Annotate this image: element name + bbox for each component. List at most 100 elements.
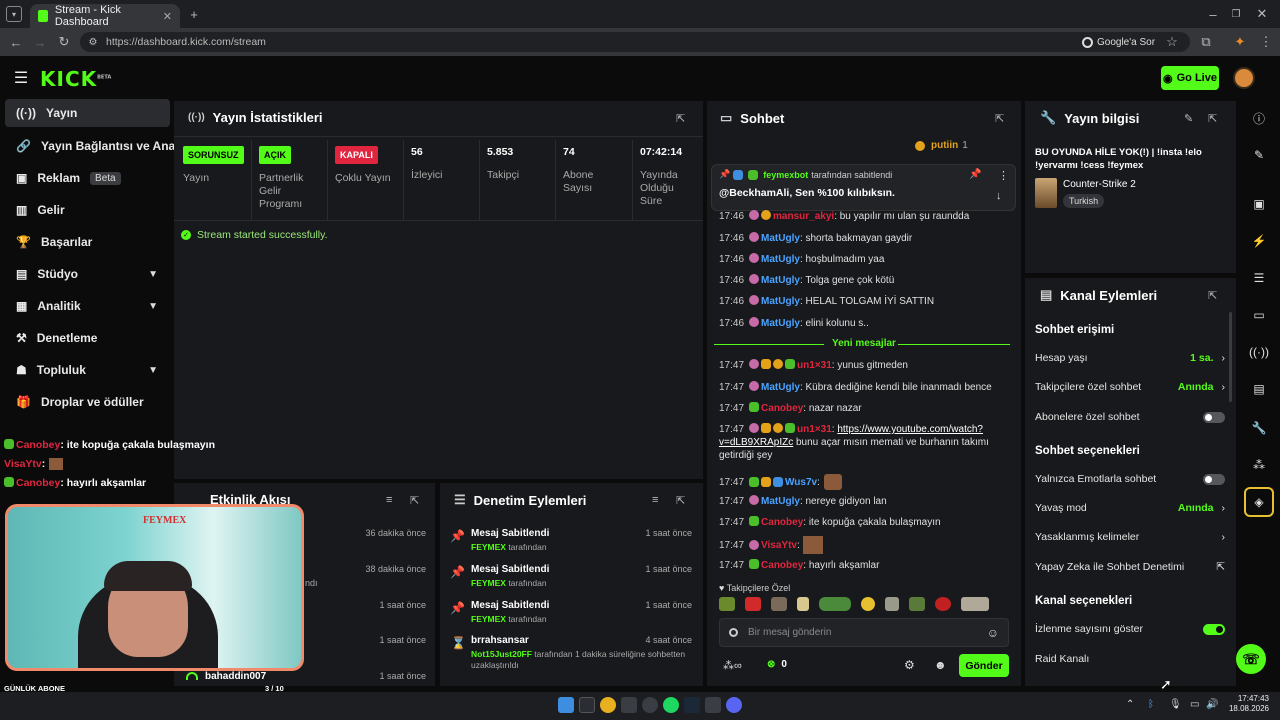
bookmark-star-icon[interactable]: ☆ xyxy=(1164,34,1180,50)
app-icon[interactable] xyxy=(705,697,721,713)
msg-user[interactable]: Canobey xyxy=(761,560,803,571)
msg-user[interactable]: un1×31 xyxy=(797,424,832,435)
msg-user[interactable]: MatUgly xyxy=(761,382,800,393)
site-info-icon[interactable]: ⚙ xyxy=(86,35,100,49)
channel-icon[interactable]: ▤ xyxy=(1250,380,1268,398)
steam-icon[interactable] xyxy=(684,697,700,713)
chrome-icon[interactable] xyxy=(600,697,616,713)
subs-chat-toggle[interactable] xyxy=(1203,411,1225,423)
tray-chevron-icon[interactable]: ⌃ xyxy=(1126,699,1134,710)
forward-icon[interactable]: → xyxy=(32,34,48,50)
info-icon[interactable]: ⓘ xyxy=(1250,109,1268,127)
user-avatar[interactable] xyxy=(1233,67,1255,89)
channel-points[interactable]: ⊗ 0 xyxy=(767,659,787,670)
popout-icon[interactable]: ⇱ xyxy=(676,112,685,125)
chat-icon[interactable]: ▭ xyxy=(1250,306,1268,324)
emote-image[interactable] xyxy=(771,597,787,611)
edit-pencil-icon[interactable]: ✎ xyxy=(1184,112,1193,125)
sidebar-item-studio[interactable]: ▤ Stüdyo ▼ xyxy=(5,260,170,288)
scrollbar[interactable] xyxy=(1229,312,1232,402)
back-icon[interactable]: ← xyxy=(8,34,24,50)
msg-user[interactable]: mansur_akyi xyxy=(773,211,834,222)
tab-close-icon[interactable]: ✕ xyxy=(163,10,172,23)
emote-image[interactable] xyxy=(961,597,989,611)
extensions-icon[interactable]: ⧉ xyxy=(1198,34,1214,50)
monitor-icon[interactable]: ▭ xyxy=(1190,699,1199,710)
sidebar-item-moderation[interactable]: ⚒ Denetleme xyxy=(5,324,170,352)
hamburger-menu-icon[interactable]: ☰ xyxy=(12,69,30,87)
msg-user[interactable]: MatUgly xyxy=(761,318,800,329)
emote-image[interactable] xyxy=(861,597,875,611)
app-icon[interactable] xyxy=(621,697,637,713)
clock[interactable]: 17:47:43 18.08.2026 xyxy=(1224,694,1269,714)
windows-start-icon[interactable] xyxy=(558,697,574,713)
browser-tab[interactable]: Stream - Kick Dashboard ✕ xyxy=(30,4,180,28)
go-live-button[interactable]: ◉ Go Live xyxy=(1161,66,1219,90)
search-icon[interactable] xyxy=(579,697,595,713)
msg-user[interactable]: Canobey xyxy=(761,403,803,414)
more-options-icon[interactable]: ⋮ xyxy=(998,169,1009,182)
ad-icon[interactable]: ▣ xyxy=(1250,195,1268,213)
popout-icon[interactable]: ⇱ xyxy=(676,494,685,507)
new-tab-icon[interactable]: + xyxy=(186,6,202,22)
address-bar[interactable]: https://dashboard.kick.com/stream xyxy=(80,32,1190,52)
bluetooth-icon[interactable]: ᛒ xyxy=(1148,699,1154,710)
msg-user[interactable]: MatUgly xyxy=(761,296,800,307)
sidebar-item-analytics[interactable]: ▦ Analitik ▼ xyxy=(5,292,170,320)
emote-image[interactable] xyxy=(935,597,951,611)
slow-mode-row[interactable]: Yavaş mod Anında › xyxy=(1035,502,1225,514)
msg-user[interactable]: MatUgly xyxy=(761,254,800,265)
raid-icon[interactable]: ◈ xyxy=(1244,487,1274,517)
emote-only-toggle[interactable] xyxy=(1203,473,1225,485)
msg-user[interactable]: MatUgly xyxy=(761,496,800,507)
close-window-icon[interactable]: ✕ xyxy=(1254,6,1270,22)
sidebar-item-achievements[interactable]: 🏆 Başarılar xyxy=(5,228,170,256)
sidebar-item-yayin[interactable]: ((·)) Yayın xyxy=(5,99,170,127)
sidebar-item-ads[interactable]: ▣ Reklam Beta xyxy=(5,164,170,192)
lightning-icon[interactable]: ⚡ xyxy=(1250,232,1268,250)
emote-image[interactable] xyxy=(819,597,851,611)
tab-search-icon[interactable]: ▾ xyxy=(6,6,22,22)
chat-input[interactable]: Bir mesaj gönderin ☺ xyxy=(719,618,1009,647)
category-thumbnail[interactable] xyxy=(1035,178,1057,208)
popout-icon[interactable]: ⇱ xyxy=(1208,289,1217,302)
msg-user[interactable]: VisaYtv xyxy=(761,539,797,552)
sidebar-item-drops[interactable]: 🎁 Droplar ve ödüller xyxy=(5,388,170,416)
chat-settings-dot-icon[interactable]: ⁂∞ xyxy=(723,659,742,672)
msg-link[interactable]: https://www.youtube.com/watch? xyxy=(837,424,983,435)
msg-user[interactable]: Wus7v xyxy=(785,476,817,489)
kick-logo[interactable]: KICKBETA xyxy=(40,67,111,91)
filter-icon[interactable]: ≡ xyxy=(652,494,658,506)
volume-icon[interactable]: 🔊 xyxy=(1206,699,1218,710)
wrench-icon[interactable]: 🔧 xyxy=(1250,419,1268,437)
extension-flame-icon[interactable]: ✦ xyxy=(1232,34,1248,50)
emote-image[interactable] xyxy=(797,597,809,611)
edit-icon[interactable]: ✎ xyxy=(1250,146,1268,164)
community-icon[interactable]: ⁂ xyxy=(1250,456,1268,474)
support-headset-icon[interactable]: ☏ xyxy=(1236,644,1266,674)
ai-mod-row[interactable]: Yapay Zeka ile Sohbet Denetimi ⇱ xyxy=(1035,561,1225,573)
send-button[interactable]: Gönder xyxy=(959,654,1009,677)
sidebar-item-revenue[interactable]: ▥ Gelir xyxy=(5,196,170,224)
spotify-icon[interactable] xyxy=(663,697,679,713)
mod-actor-name[interactable]: Not15Just20FF xyxy=(471,649,532,659)
popout-icon[interactable]: ⇱ xyxy=(410,494,419,507)
sidebar-item-community[interactable]: ☗ Topluluk ▼ xyxy=(5,356,170,384)
settings-gear-icon[interactable]: ⚙ xyxy=(904,658,915,672)
collapse-arrow-icon[interactable]: ↓ xyxy=(996,190,1002,202)
banned-words-row[interactable]: Yasaklanmış kelimeler › xyxy=(1035,531,1225,543)
popout-icon[interactable]: ⇱ xyxy=(1208,112,1217,125)
popout-icon[interactable]: ⇱ xyxy=(995,112,1004,125)
msg-link[interactable]: v=dLB9XRApIZc xyxy=(719,437,793,448)
sidebar-item-stream-key[interactable]: 🔗 Yayın Bağlantısı ve Anahtar xyxy=(5,132,175,160)
google-ask-button[interactable]: Google'a Sor xyxy=(1082,34,1155,50)
mod-actor-name[interactable]: FEYMEX xyxy=(471,578,506,588)
show-viewers-toggle[interactable] xyxy=(1203,623,1225,635)
msg-user[interactable]: Canobey xyxy=(761,517,803,528)
maximize-icon[interactable]: ❐ xyxy=(1228,6,1244,22)
broadcast-icon[interactable]: ((·)) xyxy=(1249,343,1269,361)
reload-icon[interactable]: ↻ xyxy=(56,34,72,50)
msg-user[interactable]: MatUgly xyxy=(761,275,800,286)
emote-image[interactable] xyxy=(745,597,761,611)
msg-user[interactable]: MatUgly xyxy=(761,233,800,244)
